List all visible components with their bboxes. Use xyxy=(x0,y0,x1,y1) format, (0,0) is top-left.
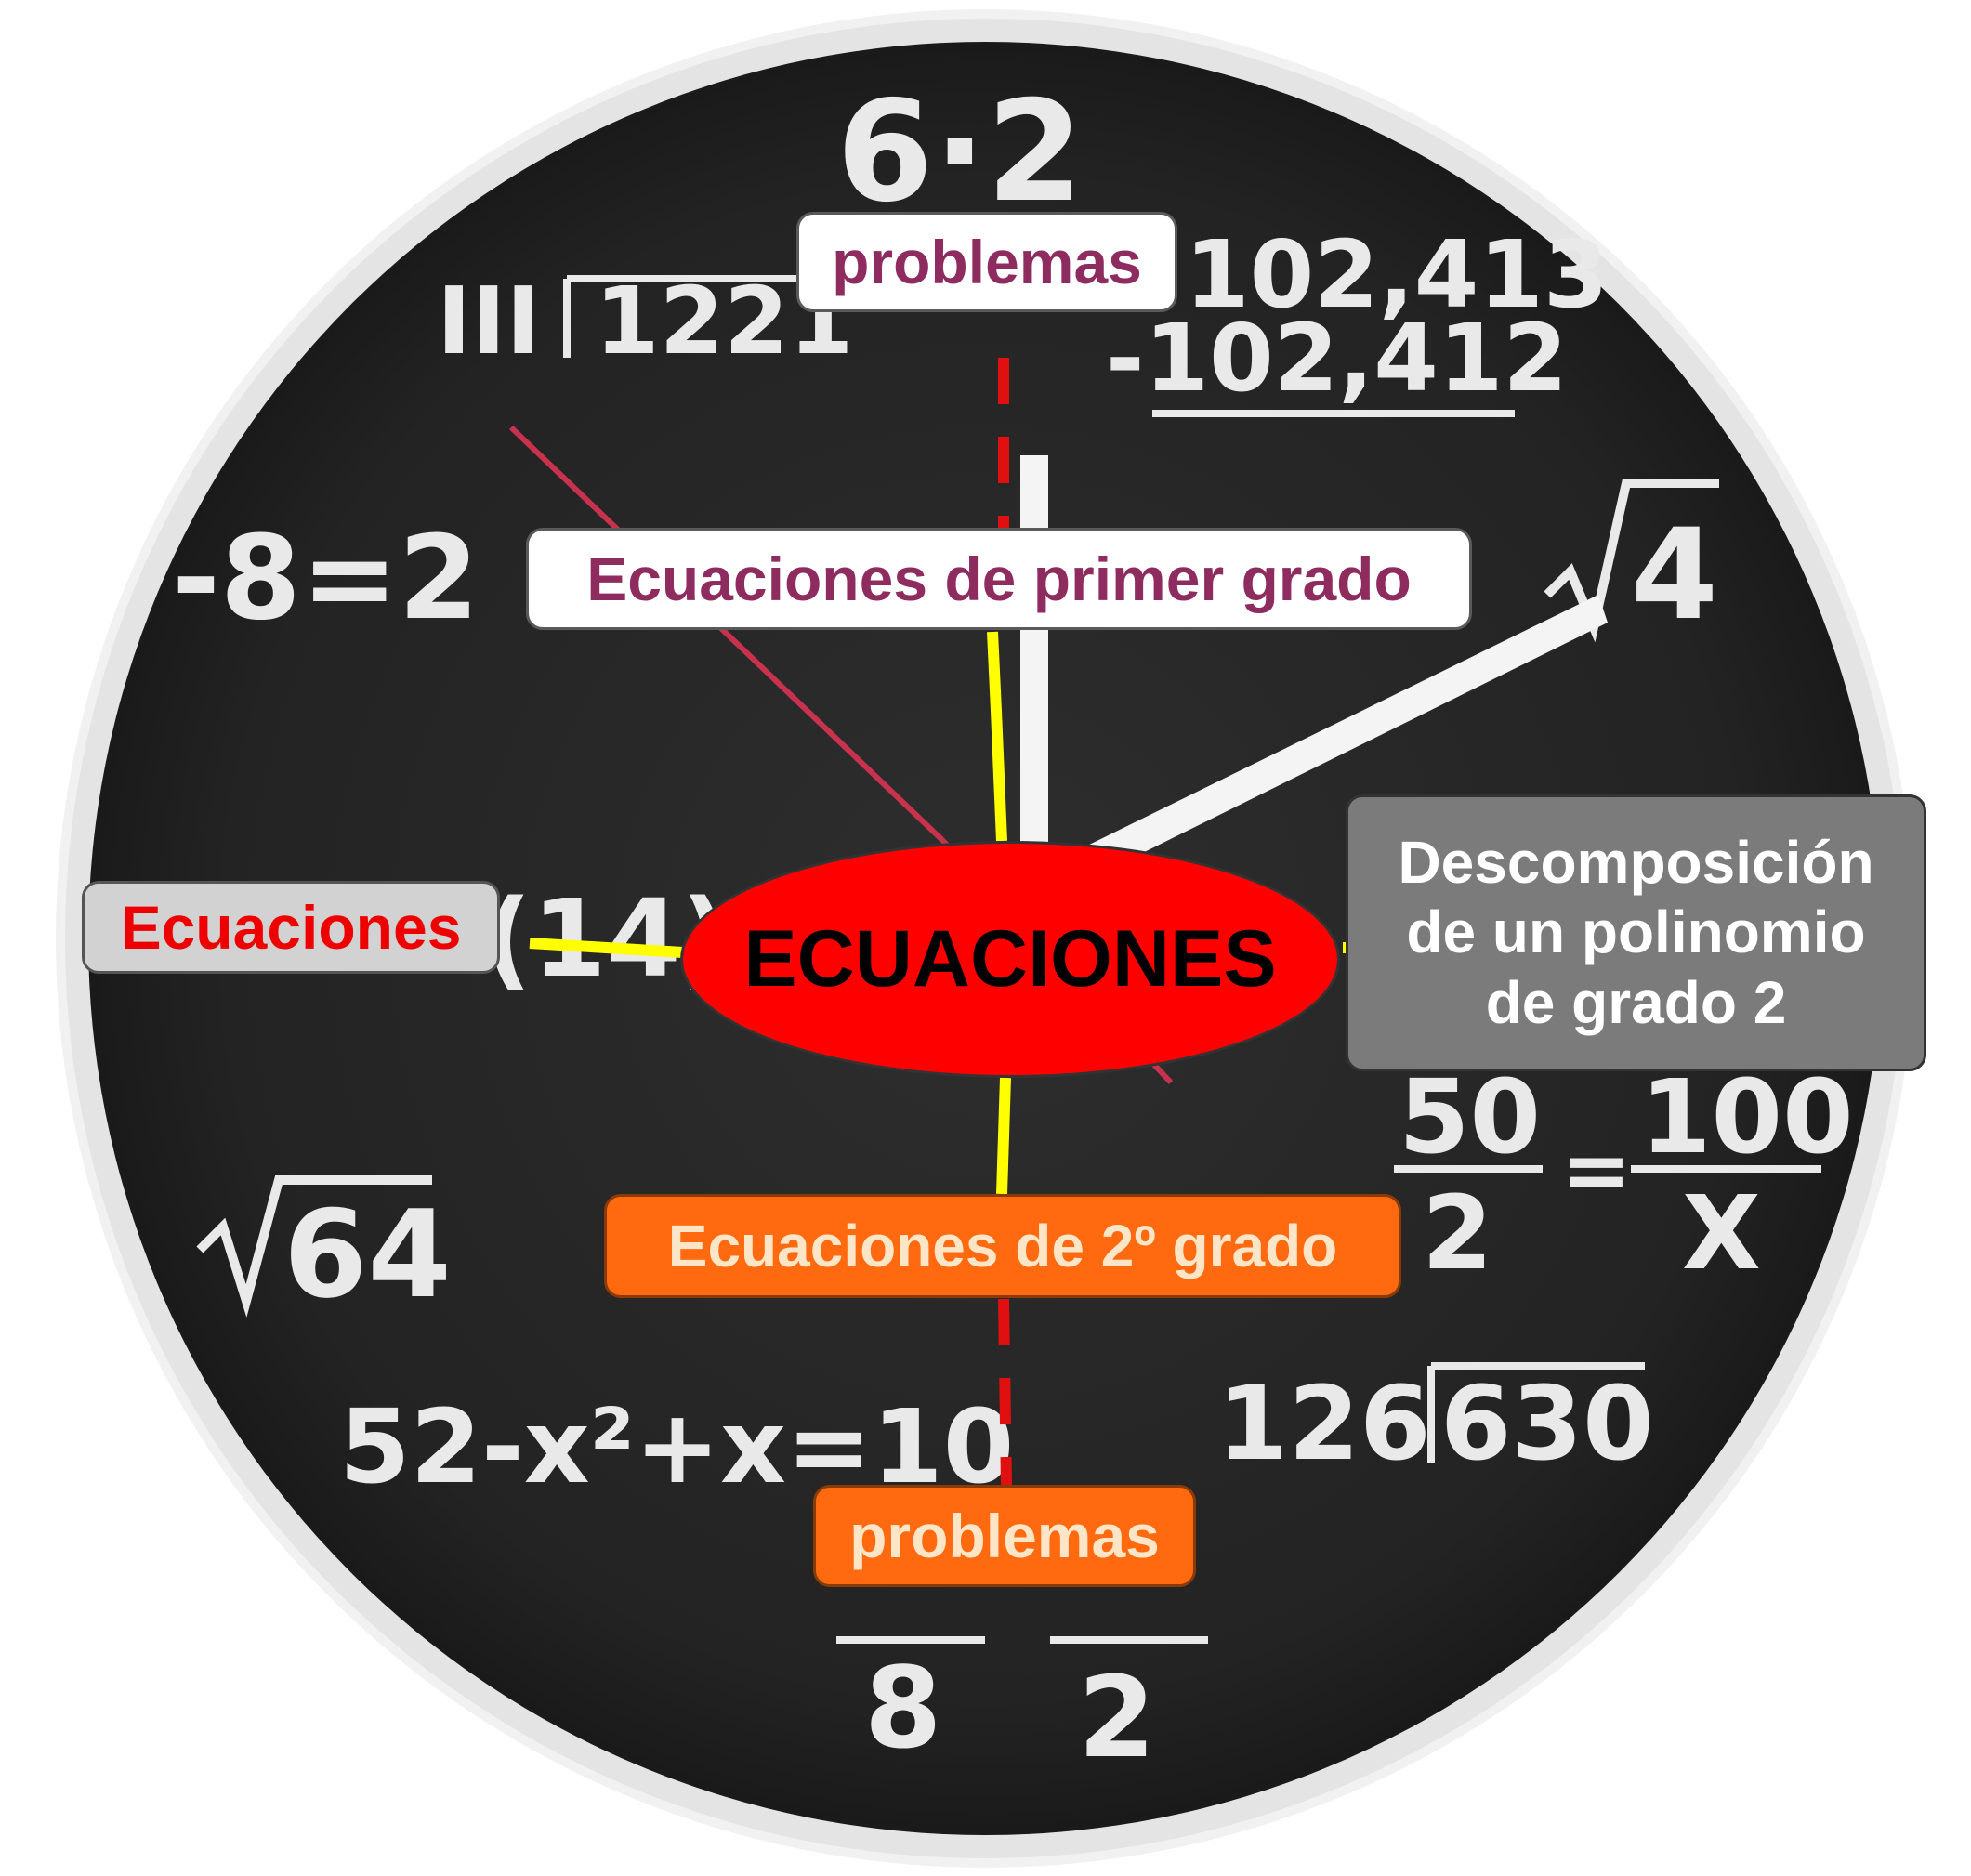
clock-hour-hand xyxy=(1020,455,1048,864)
diagram-stage: 6·2 III 1221 102,413 -102,412 -8=2 4 (14… xyxy=(0,0,1971,1876)
chalk-sub-b: -102,412 xyxy=(1106,304,1568,413)
central-node: ECUACIONES xyxy=(680,841,1340,1078)
node-problemas-bottom: problemas xyxy=(813,1485,1196,1587)
node-segundo-grado: Ecuaciones de 2º grado xyxy=(604,1194,1401,1298)
chalk-left-eq: -8=2 xyxy=(172,511,480,646)
node-problemas-top: problemas xyxy=(796,212,1177,312)
chalk-div630: 630 xyxy=(1440,1364,1654,1483)
chalk-frac-c-den: 8 xyxy=(864,1645,942,1774)
chalk-frac-b-den: X xyxy=(1682,1174,1761,1292)
connector-segundo-grado xyxy=(996,1077,1011,1195)
node-descomposicion: Descomposición de un polinomio de grado … xyxy=(1346,794,1926,1071)
chalk-frac-a-num: 50 xyxy=(1399,1057,1541,1176)
chalk-frac-d-den: 2 xyxy=(1078,1654,1156,1783)
chalk-sqrt4: 4 xyxy=(1631,502,1718,648)
connector-problemas-bottom xyxy=(998,1298,1012,1488)
chalk-sqrt64: 64 xyxy=(283,1184,452,1325)
node-ecuaciones-left: Ecuaciones xyxy=(82,881,500,974)
chalk-frac-a-den: 2 xyxy=(1422,1174,1493,1292)
chalk-top: 6·2 xyxy=(836,72,1084,233)
node-primer-grado: Ecuaciones de primer grado xyxy=(526,528,1472,630)
chalk-div126: 126 xyxy=(1217,1364,1431,1483)
chalk-div-left-a: III xyxy=(437,267,541,375)
chalk-frac-b-num: 100 xyxy=(1640,1057,1854,1176)
chalk-equals: = xyxy=(1561,1122,1631,1219)
